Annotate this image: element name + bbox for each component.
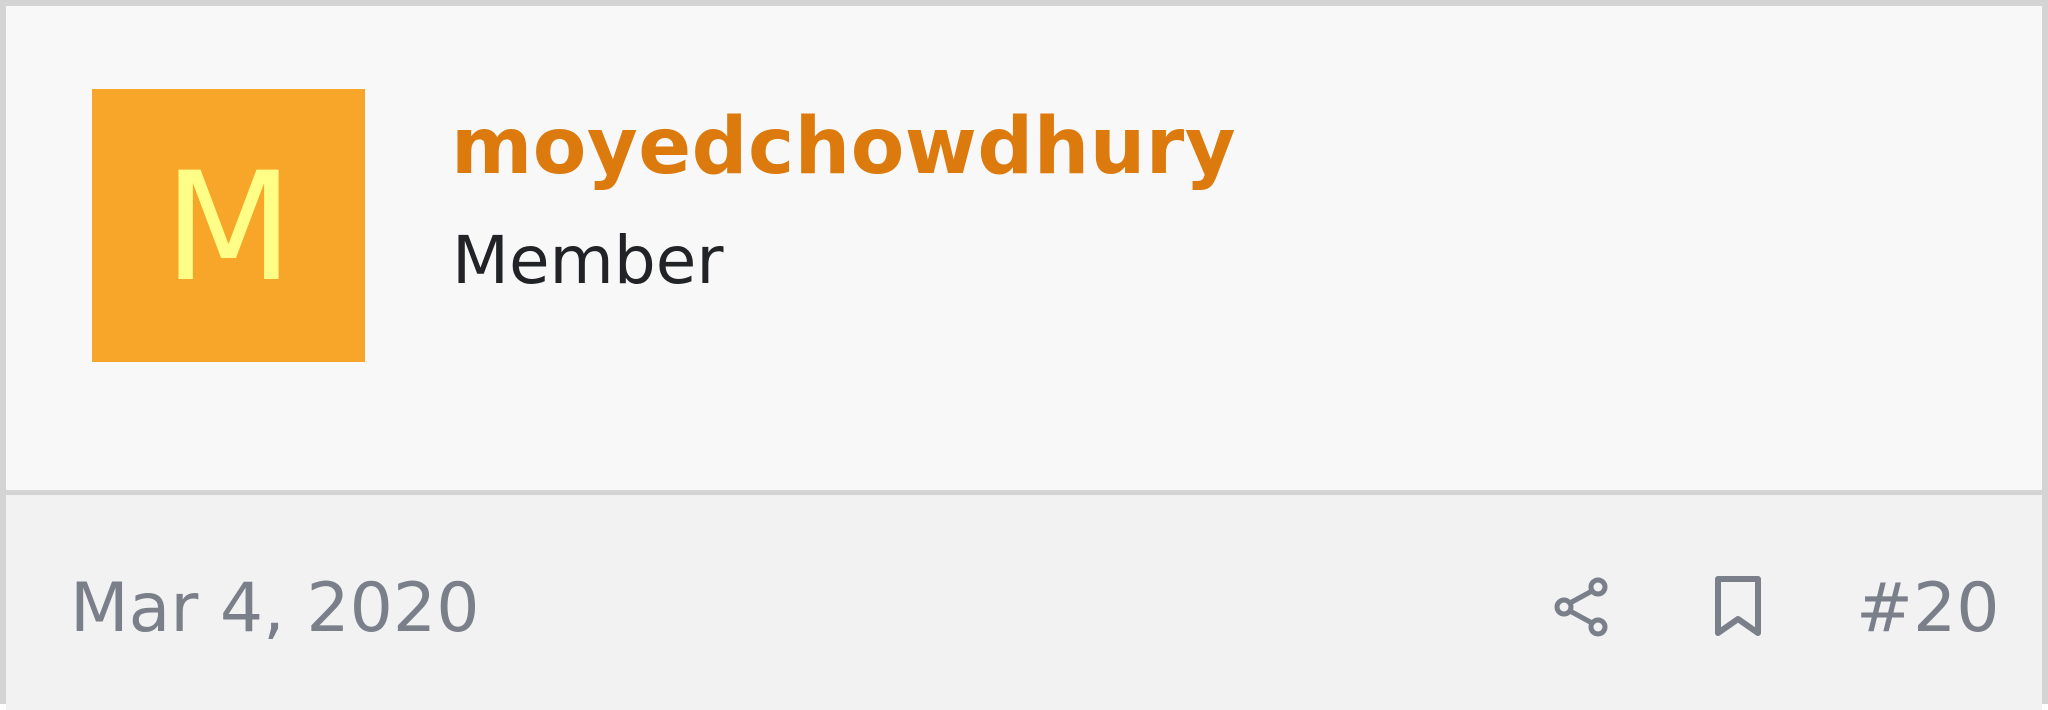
post-number-link[interactable]: #20 — [1856, 575, 2000, 643]
share-icon — [1550, 575, 1614, 639]
avatar[interactable]: M — [92, 89, 365, 362]
post-footer: Mar 4, 2020 #20 — [6, 495, 2042, 710]
post-date[interactable]: Mar 4, 2020 — [70, 575, 479, 643]
post-container: M moyedchowdhury Member Mar 4, 2020 #20 — [0, 0, 2048, 710]
share-button[interactable] — [1542, 567, 1622, 647]
avatar-letter: M — [163, 140, 294, 315]
post-author-block: M moyedchowdhury Member — [6, 6, 2042, 490]
username-link[interactable]: moyedchowdhury — [451, 108, 1236, 186]
user-title: Member — [452, 222, 724, 299]
bookmark-icon — [1710, 575, 1766, 639]
bookmark-button[interactable] — [1698, 567, 1778, 647]
